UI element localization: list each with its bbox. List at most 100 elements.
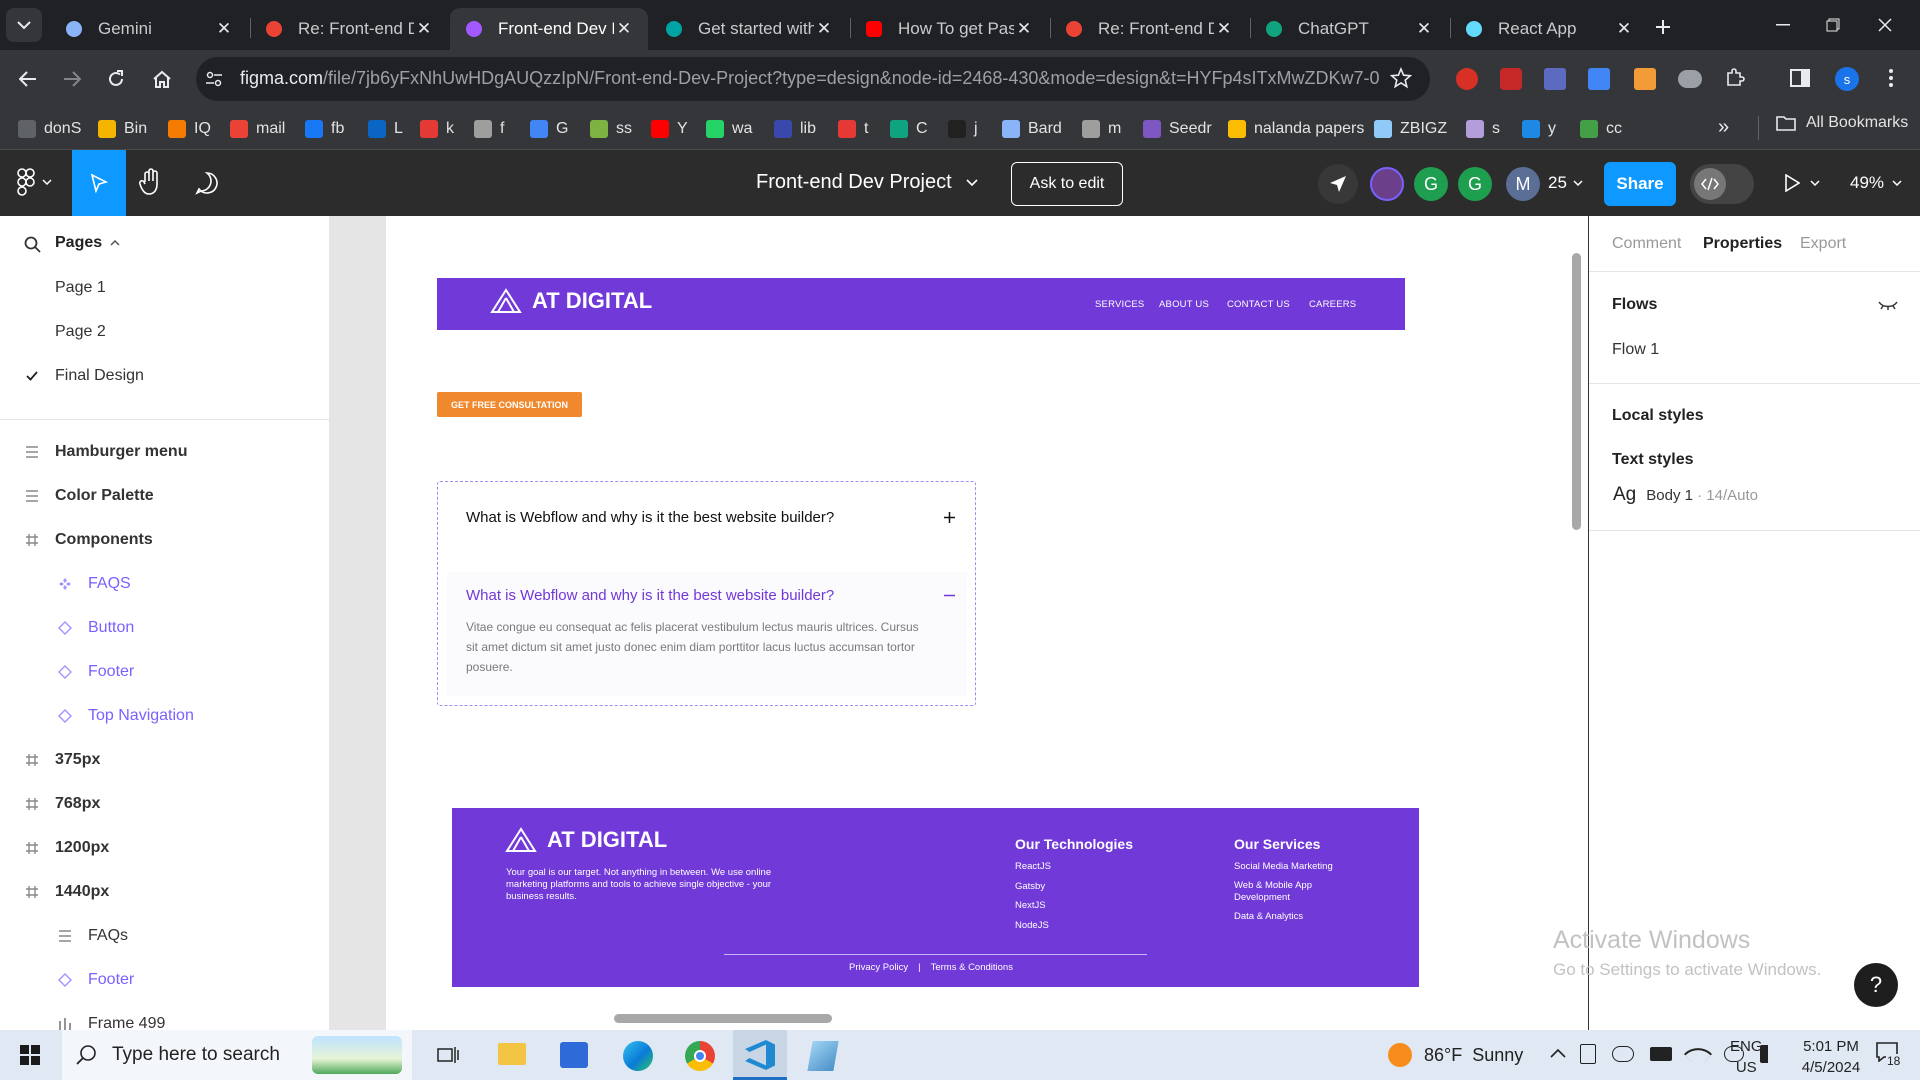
present-button[interactable] <box>1784 174 1820 192</box>
layer-item[interactable]: 768px <box>0 782 330 826</box>
url-text[interactable]: figma.com/file/7jb6yFxNhUwHDgAUQzzIpN/Fr… <box>240 68 1380 89</box>
bookmark-item[interactable]: nalanda papers <box>1228 116 1364 142</box>
zoom-menu[interactable]: 49% <box>1850 173 1902 193</box>
spotlight-button[interactable] <box>1318 164 1358 204</box>
comment-tool-button[interactable] <box>195 171 219 195</box>
faq-question-1[interactable]: What is Webflow and why is it the best w… <box>466 509 956 526</box>
start-button[interactable] <box>20 1045 40 1065</box>
bookmark-item[interactable]: fb <box>305 116 344 142</box>
avatar[interactable]: G <box>1414 167 1448 201</box>
hide-flows-icon[interactable] <box>1878 298 1898 312</box>
faq-question-2[interactable]: What is Webflow and why is it the best w… <box>466 587 956 604</box>
bookmark-star-button[interactable] <box>1390 67 1412 89</box>
close-icon[interactable]: ✕ <box>414 19 434 39</box>
bookmark-item[interactable]: s <box>1466 116 1500 142</box>
move-tool-button[interactable] <box>72 150 126 216</box>
file-explorer-icon[interactable] <box>498 1043 526 1065</box>
nav-link[interactable]: CAREERS <box>1309 299 1356 310</box>
bookmark-item[interactable]: k <box>420 116 454 142</box>
bookmark-item[interactable]: m <box>1082 116 1121 142</box>
avatar[interactable]: G <box>1458 167 1492 201</box>
bookmark-item[interactable]: G <box>530 116 568 142</box>
browser-tab[interactable]: Get started with ✕ <box>650 8 848 50</box>
hand-tool-button[interactable] <box>138 168 164 196</box>
layer-item[interactable]: Components <box>0 518 330 562</box>
browser-tab[interactable]: Re: Front-end De✕ <box>250 8 448 50</box>
browser-tab[interactable]: Gemini ✕ <box>50 8 248 50</box>
dev-mode-toggle[interactable] <box>1690 164 1754 204</box>
close-icon[interactable]: ✕ <box>814 19 834 39</box>
search-icon[interactable] <box>24 236 42 254</box>
horizontal-scrollbar[interactable] <box>614 1014 832 1023</box>
store-icon[interactable] <box>560 1042 588 1068</box>
side-panel-icon[interactable] <box>1790 68 1810 88</box>
page-item[interactable]: Page 2 <box>0 310 330 354</box>
footer-service-item[interactable]: Data & Analytics <box>1234 911 1354 923</box>
layer-item[interactable]: Footer <box>0 650 330 694</box>
back-button[interactable] <box>10 61 46 97</box>
close-icon[interactable]: ✕ <box>1214 19 1234 39</box>
bookmark-item[interactable]: C <box>890 116 928 142</box>
bookmarks-overflow-icon[interactable]: » <box>1718 116 1729 139</box>
close-icon[interactable]: ✕ <box>1414 19 1434 39</box>
browser-tab[interactable]: React App ✕ <box>1450 8 1648 50</box>
user-count[interactable]: 25 <box>1548 173 1583 193</box>
edge-icon[interactable] <box>623 1041 653 1071</box>
layer-item[interactable]: FAQs <box>0 914 330 958</box>
layer-item[interactable]: FAQS <box>0 562 330 606</box>
browser-menu-icon[interactable] <box>1888 68 1894 88</box>
taskbar-search[interactable]: Type here to search <box>62 1030 412 1080</box>
layer-item[interactable]: Footer <box>0 958 330 1002</box>
layer-item[interactable]: 1440px <box>0 870 330 914</box>
browser-tab[interactable]: ChatGPT ✕ <box>1250 8 1448 50</box>
page-item[interactable]: Page 1 <box>0 266 330 310</box>
home-button[interactable] <box>144 61 180 97</box>
profile-avatar[interactable]: s <box>1835 67 1859 91</box>
task-view-icon[interactable] <box>436 1043 460 1067</box>
language-indicator[interactable]: ENG US <box>1730 1036 1763 1078</box>
flow-item[interactable]: Flow 1 <box>1612 341 1659 359</box>
layer-item[interactable]: Button <box>0 606 330 650</box>
notepad-icon[interactable] <box>807 1041 839 1071</box>
bookmark-item[interactable]: wa <box>706 116 752 142</box>
bookmark-item[interactable]: Seedr <box>1143 116 1212 142</box>
bookmark-item[interactable]: Y <box>651 116 688 142</box>
forward-button[interactable] <box>54 61 90 97</box>
extension-translate-icon[interactable] <box>1588 68 1610 90</box>
footer-tech-item[interactable]: ReactJS <box>1015 861 1051 872</box>
cta-button[interactable]: GET FREE CONSULTATION <box>437 392 582 417</box>
close-icon[interactable]: ✕ <box>1014 19 1034 39</box>
notification-center[interactable]: 18 <box>1876 1042 1902 1068</box>
layer-item[interactable]: 375px <box>0 738 330 782</box>
footer-service-item[interactable]: Social Media Marketing <box>1234 861 1354 873</box>
bookmark-item[interactable]: Bin <box>98 116 147 142</box>
extension-play-icon[interactable] <box>1500 68 1522 90</box>
bookmark-item[interactable]: ss <box>590 116 632 142</box>
avatar[interactable] <box>1370 167 1404 201</box>
close-icon[interactable]: ✕ <box>1614 19 1634 39</box>
site-info-icon[interactable] <box>204 69 224 89</box>
help-button[interactable]: ? <box>1854 963 1898 1007</box>
bookmark-item[interactable]: Bard <box>1002 116 1062 142</box>
pages-header[interactable]: Pages <box>55 234 120 252</box>
bookmark-item[interactable]: y <box>1522 116 1556 142</box>
new-tab-button[interactable] <box>1648 12 1678 42</box>
properties-tab[interactable]: Export <box>1800 235 1846 253</box>
file-title-menu[interactable]: Front-end Dev Project <box>756 171 978 194</box>
browser-tab[interactable]: Front-end Dev P ✕ <box>450 8 648 50</box>
minimize-button[interactable] <box>1760 10 1806 40</box>
bookmark-item[interactable]: t <box>838 116 868 142</box>
footer-tech-item[interactable]: NextJS <box>1015 900 1046 911</box>
footer-tech-item[interactable]: Gatsby <box>1015 881 1045 892</box>
layer-item[interactable]: Color Palette <box>0 474 330 518</box>
browser-tab[interactable]: How To get Pass ✕ <box>850 8 1048 50</box>
bookmark-item[interactable]: cc <box>1580 116 1622 142</box>
ask-to-edit-button[interactable]: Ask to edit <box>1011 162 1123 206</box>
extension-save-icon[interactable] <box>1544 68 1566 90</box>
layer-item[interactable]: 1200px <box>0 826 330 870</box>
page-item[interactable]: Final Design <box>0 354 330 398</box>
footer-tech-item[interactable]: NodeJS <box>1015 920 1049 931</box>
extension-orange-icon[interactable] <box>1634 68 1656 90</box>
weather-widget[interactable]: 86°F Sunny <box>1388 1043 1523 1067</box>
chrome-icon[interactable] <box>685 1041 715 1071</box>
